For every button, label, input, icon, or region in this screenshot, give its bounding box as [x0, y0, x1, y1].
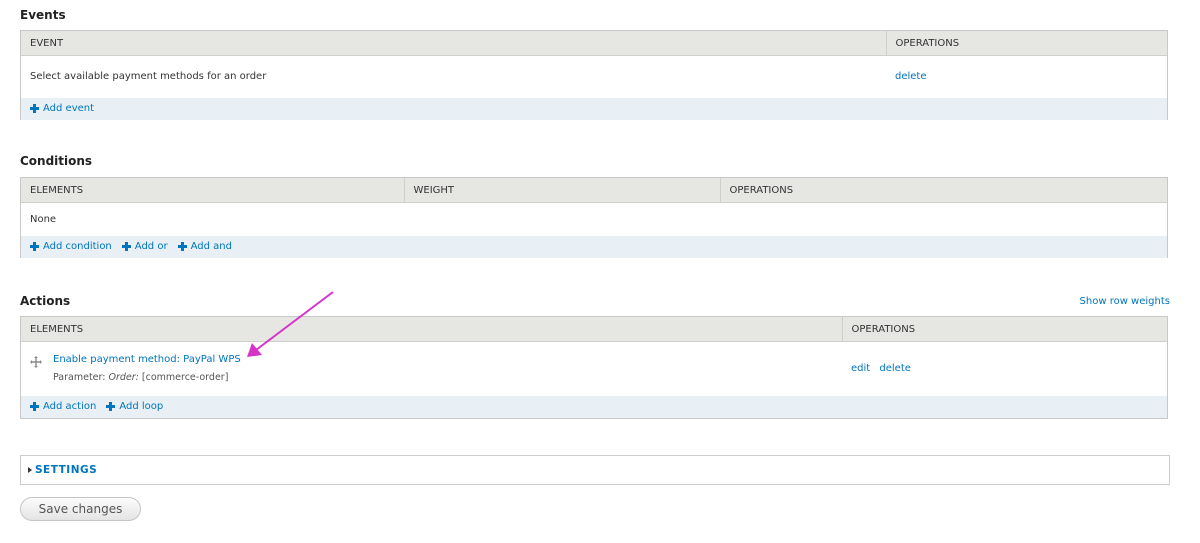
add-condition-label: Add condition: [43, 241, 112, 252]
save-changes-button[interactable]: Save changes: [20, 497, 141, 521]
events-title: Events: [20, 8, 66, 22]
events-footer: Add event: [21, 97, 1167, 120]
conditions-col-operations: OPERATIONS: [719, 178, 1167, 203]
conditions-col-weight: WEIGHT: [403, 178, 720, 203]
add-or-link[interactable]: Add or: [121, 241, 168, 252]
add-and-label: Add and: [190, 241, 232, 252]
settings-fieldset[interactable]: SETTINGS: [20, 455, 1170, 485]
plus-icon: [121, 242, 131, 251]
plus-icon: [177, 242, 187, 251]
action-edit-link[interactable]: edit: [851, 363, 870, 374]
add-event-label: Add event: [43, 103, 95, 114]
events-table: EVENT OPERATIONS Select available paymen…: [20, 30, 1168, 120]
add-event-link[interactable]: Add event: [30, 103, 94, 114]
table-row: None: [21, 203, 1167, 236]
action-delete-link[interactable]: delete: [879, 363, 911, 374]
settings-label: SETTINGS: [35, 464, 98, 476]
param-name: Order:: [108, 372, 139, 384]
actions-table: ELEMENTS OPERATIONS Enable payment metho…: [20, 316, 1168, 419]
conditions-title: Conditions: [20, 154, 93, 168]
param-prefix: Parameter:: [53, 372, 106, 384]
collapse-arrow-icon: [28, 467, 32, 473]
add-loop-link[interactable]: Add loop: [106, 401, 163, 412]
conditions-col-elements: ELEMENTS: [21, 178, 404, 203]
table-row: Enable payment method: PayPal WPS Parame…: [21, 342, 1167, 396]
conditions-none: None: [30, 213, 57, 225]
table-row: Select available payment methods for an …: [21, 56, 1167, 98]
event-delete-link[interactable]: delete: [895, 71, 927, 82]
plus-icon: [30, 104, 39, 113]
plus-icon: [30, 242, 39, 251]
actions-title: Actions: [20, 294, 71, 308]
add-and-link[interactable]: Add and: [177, 241, 232, 252]
events-col-event: EVENT: [21, 31, 886, 56]
drag-handle-icon[interactable]: [30, 356, 42, 369]
show-row-weights-link[interactable]: Show row weights: [1080, 296, 1170, 307]
actions-col-elements: ELEMENTS: [21, 317, 842, 342]
conditions-table: ELEMENTS WEIGHT OPERATIONS None Add cond…: [20, 177, 1168, 258]
action-parameter: Parameter: Order: [commerce-order]: [53, 372, 241, 383]
event-label: Select available payment methods for an …: [30, 71, 267, 83]
actions-col-operations: OPERATIONS: [841, 317, 1167, 342]
conditions-footer: Add condition Add or Add and: [21, 235, 1167, 258]
plus-icon: [106, 402, 116, 411]
add-action-label: Add action: [43, 401, 97, 412]
add-condition-link[interactable]: Add condition: [30, 241, 112, 252]
add-or-label: Add or: [134, 241, 168, 252]
action-enable-paypal-link[interactable]: Enable payment method: PayPal WPS: [53, 354, 241, 365]
plus-icon: [30, 402, 39, 411]
events-col-operations: OPERATIONS: [885, 31, 1167, 56]
add-action-link[interactable]: Add action: [30, 401, 96, 412]
add-loop-label: Add loop: [119, 401, 164, 412]
actions-footer: Add action Add loop: [21, 395, 1167, 418]
param-value: [commerce-order]: [141, 372, 229, 384]
